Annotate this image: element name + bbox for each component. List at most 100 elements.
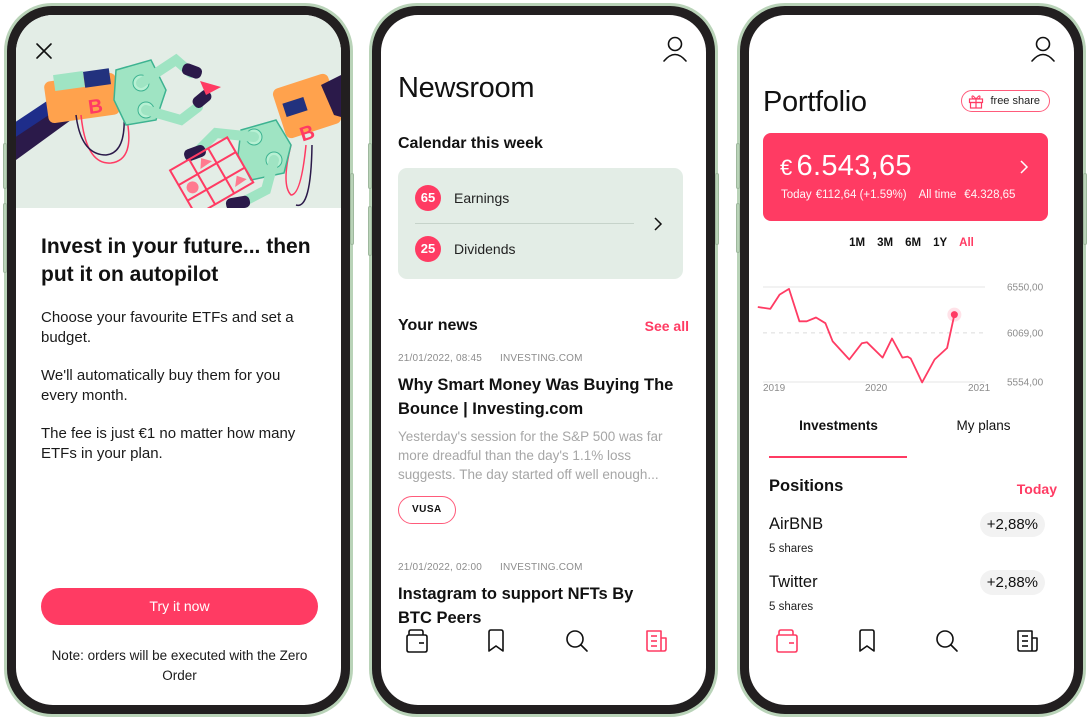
- active-tab-indicator: [769, 456, 907, 458]
- x-tick-label: 2020: [865, 383, 888, 394]
- tab-my-plans[interactable]: My plans: [911, 418, 1056, 433]
- position-row[interactable]: Twitter 5 shares +2,88%: [769, 570, 1045, 618]
- onboarding-paragraph: The fee is just €1 no matter how many ET…: [41, 425, 296, 462]
- search-icon: [936, 630, 958, 652]
- free-share-button[interactable]: free share: [961, 90, 1050, 112]
- today-label: Today: [781, 189, 812, 201]
- bottom-tab-bar: [749, 627, 1074, 661]
- side-button: [1083, 173, 1087, 245]
- tab-investments[interactable]: Investments: [766, 418, 911, 433]
- try-it-now-button[interactable]: Try it now: [41, 588, 318, 625]
- chevron-right-icon: [1020, 160, 1029, 174]
- side-button: [350, 173, 354, 245]
- range-6m[interactable]: 6M: [905, 237, 921, 249]
- article-source: INVESTING.COM: [500, 562, 583, 573]
- tab-watchlist[interactable]: [482, 627, 510, 655]
- range-selector: 1M 3M 6M 1Y All: [749, 237, 1074, 249]
- position-change: +2,88%: [979, 512, 1045, 537]
- total-value: €6.543,65: [780, 150, 912, 183]
- article-date: 21/01/2022, 02:00: [398, 562, 483, 573]
- tab-news[interactable]: [1014, 627, 1042, 655]
- portfolio-chart: 6550,00 6069,00 5554,00 2019 2020 2021: [757, 283, 1044, 394]
- tab-watchlist[interactable]: [853, 627, 881, 655]
- divider: [415, 223, 634, 224]
- currency-symbol: €: [780, 155, 793, 180]
- position-row[interactable]: AirBNB 5 shares +2,88%: [769, 512, 1045, 560]
- bookmark-icon: [488, 629, 504, 652]
- position-shares: 5 shares: [769, 601, 814, 613]
- article-title[interactable]: Why Smart Money Was Buying The Bounce | …: [398, 373, 683, 421]
- calendar-item-earnings: 65 Earnings: [415, 185, 509, 211]
- tab-portfolio[interactable]: [773, 627, 801, 655]
- x-tick-label: 2021: [968, 383, 991, 394]
- article-date: 21/01/2022, 08:45: [398, 353, 483, 364]
- phone-onboarding: B B Invest in your future... then put it…: [3, 3, 354, 717]
- tab-search[interactable]: [563, 627, 591, 655]
- user-icon: [663, 36, 687, 62]
- calendar-card[interactable]: 65 Earnings 25 Dividends: [398, 168, 683, 279]
- search-icon: [566, 630, 588, 652]
- alltime-label: All time: [918, 189, 957, 201]
- last-point-marker: [950, 311, 958, 319]
- value-summary: Today €112,64 (+1.59%) All time €4.328,65: [781, 189, 1015, 201]
- side-button: [736, 143, 740, 189]
- positions-period-selector[interactable]: Today: [1017, 481, 1057, 497]
- side-button: [715, 173, 719, 245]
- position-name: AirBNB: [769, 515, 824, 533]
- y-tick-label: 5554,00: [1007, 378, 1044, 389]
- wallet-icon: [406, 629, 428, 653]
- x-tick-label: 2019: [763, 383, 786, 394]
- bookmark-icon: [859, 629, 875, 652]
- close-icon: [36, 43, 52, 59]
- tab-search[interactable]: [933, 627, 961, 655]
- series-line: [757, 287, 956, 384]
- news-heading: Your news: [398, 317, 478, 334]
- range-1m[interactable]: 1M: [849, 237, 865, 249]
- chevron-right-icon: [654, 217, 663, 231]
- article-meta: 21/01/2022, 02:00 INVESTING.COM: [398, 562, 583, 573]
- calendar-label: Earnings: [454, 190, 510, 206]
- see-all-link[interactable]: See all: [645, 318, 689, 334]
- article-meta: 21/01/2022, 08:45 INVESTING.COM: [398, 353, 583, 364]
- article-source: INVESTING.COM: [500, 353, 583, 364]
- range-3m[interactable]: 3M: [877, 237, 893, 249]
- y-tick-label: 6069,00: [1007, 328, 1044, 339]
- today-change: €112,64 (+1.59%): [815, 189, 907, 201]
- onboarding-title: Invest in your future... then put it on …: [41, 235, 311, 286]
- bottom-tab-bar: [381, 627, 706, 661]
- execution-note: Note: orders will be executed with the Z…: [51, 648, 308, 683]
- article-title[interactable]: Instagram to support NFTs By BTC Peers: [398, 582, 638, 630]
- profile-button[interactable]: [662, 35, 688, 63]
- tab-portfolio[interactable]: [403, 627, 431, 655]
- y-tick-label: 6550,00: [1007, 283, 1044, 294]
- calendar-label: Dividends: [454, 241, 516, 257]
- onboarding-paragraph: Choose your favourite ETFs and set a bud…: [41, 309, 294, 346]
- phone-portfolio: Portfolio free share €6.543,65 Today €112…: [736, 3, 1087, 717]
- article-excerpt: Yesterday's session for the S&P 500 was …: [398, 429, 663, 482]
- close-button[interactable]: [34, 41, 54, 61]
- profile-button[interactable]: [1030, 35, 1056, 63]
- side-button: [3, 203, 7, 273]
- position-name: Twitter: [769, 573, 818, 591]
- count-badge: 65: [415, 185, 441, 211]
- ticker-chip[interactable]: VUSA: [398, 496, 456, 524]
- position-shares: 5 shares: [769, 543, 814, 555]
- svg-text:B: B: [87, 95, 104, 119]
- onboarding-paragraph: We'll automatically buy them for you eve…: [41, 367, 281, 404]
- wallet-icon: [776, 629, 798, 653]
- phone-newsroom: Newsroom Calendar this week 65 Earnings …: [368, 3, 719, 717]
- news-icon: [1017, 630, 1038, 652]
- robot-arms-illustration: B B: [16, 15, 341, 208]
- tab-news[interactable]: [643, 627, 671, 655]
- calendar-item-dividends: 25 Dividends: [415, 236, 515, 262]
- user-icon: [1031, 36, 1055, 62]
- news-icon: [646, 630, 667, 652]
- page-title: Portfolio: [763, 86, 867, 118]
- free-share-label: free share: [990, 95, 1040, 107]
- gift-icon: [969, 94, 984, 109]
- side-button: [3, 143, 7, 189]
- portfolio-value-card[interactable]: €6.543,65 Today €112,64 (+1.59%) All time €…: [763, 133, 1048, 221]
- side-button: [368, 143, 372, 189]
- range-1y[interactable]: 1Y: [933, 237, 947, 249]
- range-all[interactable]: All: [959, 237, 974, 249]
